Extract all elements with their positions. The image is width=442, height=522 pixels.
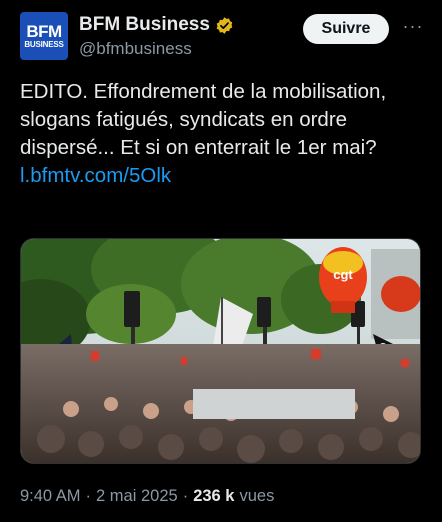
views-label: vues <box>239 487 275 505</box>
tweet-body: EDITO. Effondrement de la mobilisation, … <box>20 78 430 190</box>
tweet-header: BFM BUSINESS BFM Business @bfmbusiness S… <box>20 12 430 64</box>
account-handle[interactable]: @bfmbusiness <box>79 39 234 59</box>
avatar-logo-line1: BFM <box>26 21 62 41</box>
views-count: 236 k <box>193 487 235 505</box>
avatar[interactable]: BFM BUSINESS <box>20 12 68 60</box>
tweet-meta: 9:40 AM · 2 mai 2025 · 236 k vues <box>20 487 274 506</box>
more-options-icon[interactable]: ··· <box>402 17 424 38</box>
avatar-logo-line2: BUSINESS <box>24 39 64 49</box>
meta-separator: · <box>85 487 92 505</box>
tweet-date[interactable]: 2 mai 2025 <box>96 487 178 506</box>
balloon-label: cgt <box>333 267 353 282</box>
tweet-media-photo[interactable]: cgt <box>20 238 421 464</box>
tweet-link[interactable]: l.bfmtv.com/5Olk <box>20 162 430 190</box>
tweet-time[interactable]: 9:40 AM <box>20 487 81 506</box>
crowd-protest-photo-icon: cgt <box>21 239 420 463</box>
meta-separator-2: · <box>182 487 189 505</box>
verified-badge-icon <box>216 16 233 34</box>
account-names: BFM Business @bfmbusiness <box>79 14 234 59</box>
follow-button[interactable]: Suivre <box>303 14 389 44</box>
display-name[interactable]: BFM Business <box>79 14 210 36</box>
tweet-text: EDITO. Effondrement de la mobilisation, … <box>20 80 387 159</box>
